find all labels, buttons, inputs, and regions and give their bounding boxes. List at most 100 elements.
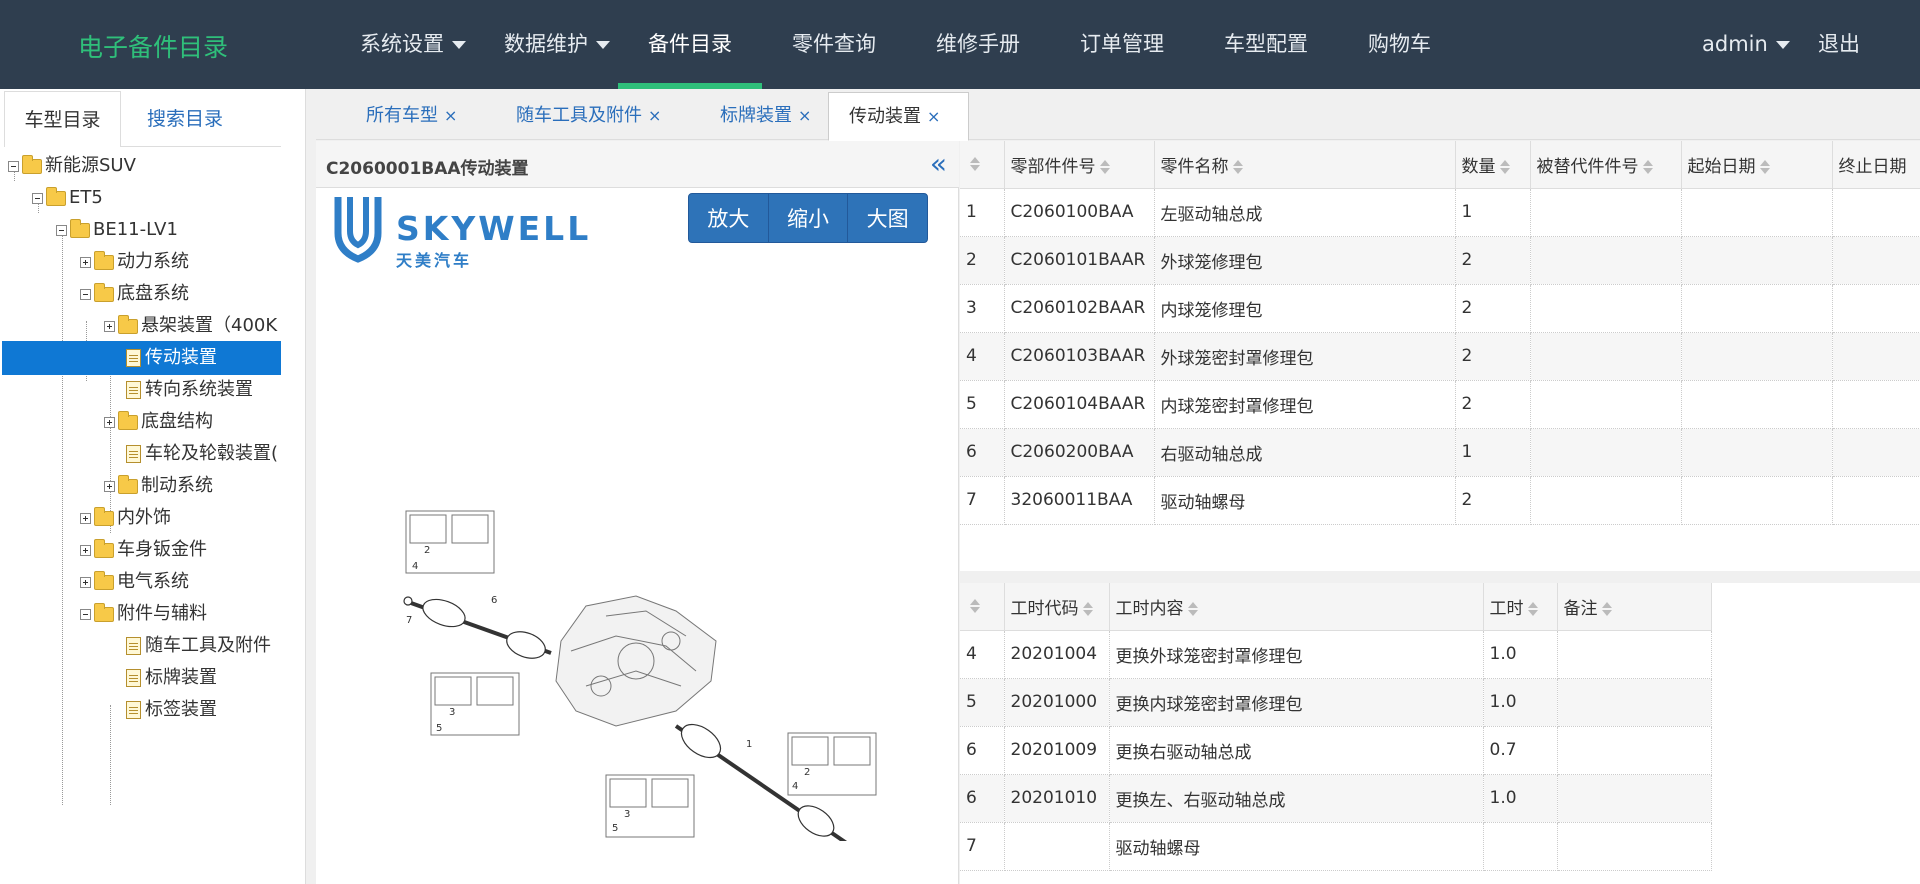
table-row[interactable]: 6 C2060200BAA 右驱动轴总成 1	[960, 428, 1920, 477]
close-icon[interactable]: ×	[444, 106, 457, 125]
logout-link[interactable]: 退出	[1818, 0, 1860, 89]
col-index-header[interactable]	[960, 141, 1005, 189]
sort-icon[interactable]	[1642, 159, 1653, 174]
table-row[interactable]: 5 C2060104BAAR 内球笼密封罩修理包 2	[960, 380, 1920, 429]
table-row[interactable]: 4 C2060103BAAR 外球笼密封罩修理包 2	[960, 332, 1920, 381]
tab-search-catalog[interactable]: 搜索目录	[128, 91, 242, 147]
expand-icon[interactable]	[104, 320, 115, 332]
sort-icon[interactable]	[1232, 159, 1243, 174]
expand-icon[interactable]	[80, 544, 91, 556]
sort-icon[interactable]	[1499, 159, 1510, 174]
tree-node-chassis-structure[interactable]: 底盘结构	[104, 405, 282, 439]
tree-node-driveline[interactable]: 传动装置	[2, 341, 281, 375]
table-row[interactable]: 1 C2060100BAA 左驱动轴总成 1	[960, 188, 1920, 237]
full-image-button[interactable]: 大图	[848, 194, 927, 242]
tree-node-body[interactable]: 车身钣金件	[80, 533, 278, 567]
tree-node-wheels[interactable]: 车轮及轮毂装置(	[126, 437, 282, 471]
col-start-date-header[interactable]: 起始日期	[1681, 141, 1833, 189]
tab-driveline[interactable]: 传动装置 ×	[828, 92, 969, 141]
end-date	[1832, 380, 1920, 429]
superseded-part	[1530, 428, 1682, 477]
tab-onboard-tools[interactable]: 随车工具及附件 ×	[516, 92, 661, 140]
expand-icon[interactable]	[104, 416, 115, 428]
col-labor-content-header[interactable]: 工时内容	[1109, 583, 1484, 631]
sort-icon[interactable]	[1187, 601, 1198, 616]
table-row[interactable]: 5 20201000 更换内球笼密封罩修理包 1.0	[960, 678, 1712, 727]
tree-node-et5[interactable]: ET5	[32, 181, 278, 215]
table-row[interactable]: 6 20201010 更换左、右驱动轴总成 1.0	[960, 774, 1712, 823]
nav-parts-query[interactable]: 零件查询	[792, 0, 876, 89]
col-labor-code-header[interactable]: 工时代码	[1004, 583, 1110, 631]
col-index-header[interactable]	[960, 583, 1005, 631]
close-icon[interactable]: ×	[927, 107, 940, 126]
end-date	[1832, 236, 1920, 285]
tab-all-vehicles[interactable]: 所有车型 ×	[366, 92, 457, 140]
nav-shopping-cart[interactable]: 购物车	[1368, 0, 1431, 89]
tab-vehicle-catalog[interactable]: 车型目录	[4, 91, 121, 147]
close-icon[interactable]: ×	[648, 106, 661, 125]
col-remarks-header[interactable]: 备注	[1557, 583, 1712, 631]
collapse-icon[interactable]	[80, 608, 91, 620]
labor-time-panel: 工时代码 工时内容 工时 备注 4 20201004 更换外球笼密封罩修理包 1.0 …	[960, 583, 1920, 884]
tree-node-accessories[interactable]: 附件与辅料	[80, 597, 278, 631]
sort-icon[interactable]	[970, 599, 980, 614]
user-menu[interactable]: admin	[1702, 0, 1790, 89]
collapse-icon[interactable]	[56, 224, 67, 236]
nav-system-settings[interactable]: 系统设置	[360, 0, 466, 89]
sort-icon[interactable]	[1527, 601, 1538, 616]
nav-order-management[interactable]: 订单管理	[1080, 0, 1164, 89]
tab-divider	[121, 146, 281, 147]
exploded-parts-diagram[interactable]: 2 4 7 6 3 5 1 2 4 3 5 7	[316, 341, 959, 841]
nav-parts-catalog[interactable]: 备件目录	[648, 0, 732, 89]
zoom-out-button[interactable]: 缩小	[769, 194, 849, 242]
expand-icon[interactable]	[80, 576, 91, 588]
table-row[interactable]: 2 C2060101BAAR 外球笼修理包 2	[960, 236, 1920, 285]
nav-data-maintenance[interactable]: 数据维护	[504, 0, 610, 89]
collapse-icon[interactable]	[80, 288, 91, 300]
col-labor-hours-header[interactable]: 工时	[1483, 583, 1558, 631]
diagram-title: C2060001BAA传动装置	[326, 159, 529, 179]
expand-icon[interactable]	[104, 480, 115, 492]
tree-node-trim[interactable]: 内外饰	[80, 501, 278, 535]
tree-node-brakes[interactable]: 制动系统	[104, 469, 282, 503]
tree-node-nameplates[interactable]: 标牌装置	[126, 661, 282, 695]
callout-label: 4	[792, 781, 798, 792]
nav-vehicle-config[interactable]: 车型配置	[1224, 0, 1308, 89]
table-row[interactable]: 7 32060011BAA 驱动轴螺母 2	[960, 476, 1920, 525]
col-quantity-header[interactable]: 数量	[1455, 141, 1531, 189]
app-brand[interactable]: 电子备件目录	[78, 28, 228, 64]
col-superseded-header[interactable]: 被替代件件号	[1530, 141, 1682, 189]
sort-icon[interactable]	[1601, 601, 1612, 616]
col-end-date-header[interactable]: 终止日期	[1832, 141, 1920, 189]
sort-icon[interactable]	[970, 157, 980, 172]
tree-node-chassis[interactable]: 底盘系统	[80, 277, 278, 311]
nav-repair-manual[interactable]: 维修手册	[936, 0, 1020, 89]
close-icon[interactable]: ×	[798, 106, 811, 125]
collapse-icon[interactable]	[32, 192, 43, 204]
tab-nameplates[interactable]: 标牌装置 ×	[720, 92, 811, 140]
tree-node-steering[interactable]: 转向系统装置	[126, 373, 282, 407]
tree-node-labels[interactable]: 标签装置	[126, 693, 282, 727]
tree-node-electrical[interactable]: 电气系统	[80, 565, 278, 599]
col-part-name-header[interactable]: 零件名称	[1154, 141, 1456, 189]
tree-node-suspension[interactable]: 悬架装置（400K	[104, 309, 282, 343]
collapse-panel-icon[interactable]: «	[930, 147, 947, 180]
table-row[interactable]: 3 C2060102BAAR 内球笼修理包 2	[960, 284, 1920, 333]
col-part-number-header[interactable]: 零部件件号	[1004, 141, 1155, 189]
expand-icon[interactable]	[80, 256, 91, 268]
tree-node-be11[interactable]: BE11-LV1	[56, 213, 278, 247]
sort-icon[interactable]	[1099, 159, 1110, 174]
tree-node-onboard-tools[interactable]: 随车工具及附件	[126, 629, 282, 663]
expand-icon[interactable]	[80, 512, 91, 524]
sort-icon[interactable]	[1082, 601, 1093, 616]
sort-icon[interactable]	[1759, 159, 1770, 174]
zoom-in-button[interactable]: 放大	[689, 194, 769, 242]
tree-node-powertrain[interactable]: 动力系统	[80, 245, 278, 279]
tree-node-suv[interactable]: 新能源SUV	[8, 149, 278, 183]
table-row[interactable]: 7 驱动轴螺母	[960, 822, 1712, 871]
collapse-icon[interactable]	[8, 160, 19, 172]
table-row[interactable]: 6 20201009 更换右驱动轴总成 0.7	[960, 726, 1712, 775]
end-date	[1832, 428, 1920, 477]
table-row[interactable]: 4 20201004 更换外球笼密封罩修理包 1.0	[960, 630, 1712, 679]
row-index: 2	[960, 236, 1005, 285]
